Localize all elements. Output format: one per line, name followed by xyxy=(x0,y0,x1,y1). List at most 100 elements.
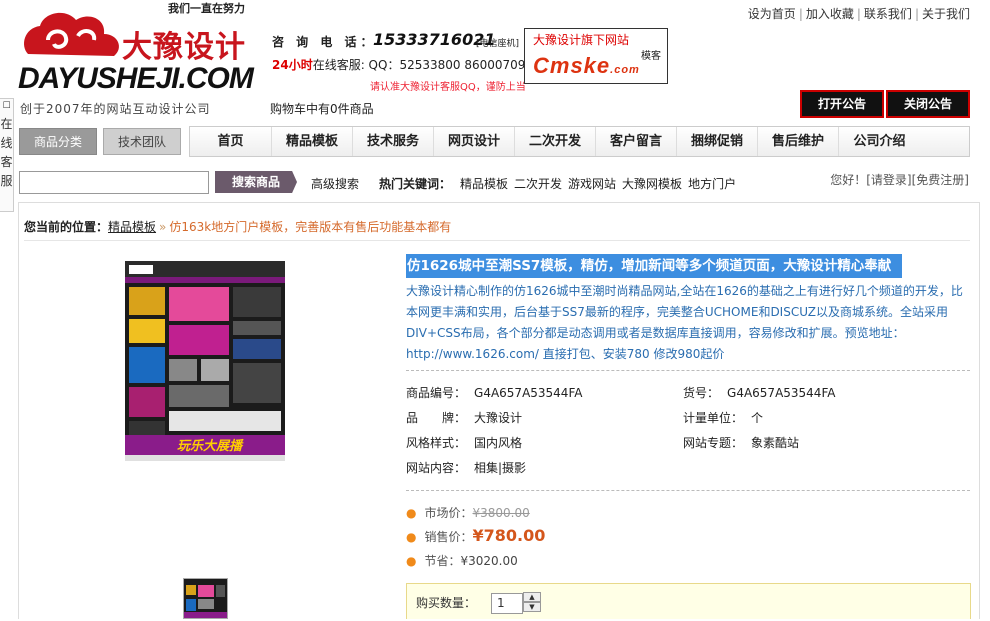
partner-logo-text: Cmske xyxy=(533,53,611,78)
attr-label: 品 牌： xyxy=(406,411,467,425)
attr-value: G4A657A53544FA xyxy=(474,386,583,400)
nav-item-guestbook[interactable]: 客户留言 xyxy=(596,127,677,156)
attr-value: 相集|摄影 xyxy=(474,461,527,475)
product-title: 仿1626城中至潮SS7模板，精仿，增加新闻等多个频道页面，大豫设计精心奉献 xyxy=(406,254,902,278)
consult-label: 咨 询 电 话： xyxy=(272,35,377,49)
top-link-about[interactable]: 关于我们 xyxy=(922,7,970,21)
bullet-icon: ● xyxy=(406,554,417,568)
nav-item-bundle[interactable]: 捆绑促销 xyxy=(677,127,758,156)
nav-item-dev[interactable]: 二次开发 xyxy=(515,127,596,156)
sale-price-value: ¥780.00 xyxy=(472,526,546,545)
partner-logo-suffix: .com xyxy=(610,64,640,76)
login-area: 您好！[请登录][免费注册] xyxy=(830,171,969,188)
close-notice-button[interactable]: 关闭公告 xyxy=(886,90,970,118)
open-notice-button[interactable]: 打开公告 xyxy=(800,90,884,118)
side-tab-char: 服 xyxy=(0,174,13,188)
partner-title: 大豫设计旗下网站 xyxy=(533,33,630,47)
main-nav: 首页 精品模板 技术服务 网页设计 二次开发 客户留言 捆绑促销 售后维护 公司… xyxy=(189,126,970,157)
product-image-caption: 玩乐大展播 xyxy=(177,439,243,454)
partner-right-text: 模客 xyxy=(641,51,661,62)
sale-price-label: 销售价： xyxy=(424,530,473,544)
logo-english[interactable]: DAYUSHEJI.COM xyxy=(18,62,254,96)
top-links: 设为首页 | 加入收藏 | 联系我们 | 关于我们 xyxy=(747,7,970,21)
attr-label: 网站专题： xyxy=(683,436,744,450)
hot-keyword[interactable]: 游戏网站 xyxy=(568,177,616,191)
search-button[interactable]: 搜索商品 xyxy=(215,171,297,193)
save-price-row: ● 节省：¥3020.00 xyxy=(406,552,518,569)
online-hours: 24小时 xyxy=(272,58,313,72)
nav-item-web-design[interactable]: 网页设计 xyxy=(434,127,515,156)
breadcrumb-label: 您当前的位置： xyxy=(24,220,109,234)
hot-keywords-label: 热门关键词： xyxy=(379,177,452,191)
logo-tagline: 创于2007年的网站互动设计公司 xyxy=(20,102,211,116)
save-label: 节省： xyxy=(424,554,461,568)
advanced-search-link[interactable]: 高级搜索 xyxy=(311,175,359,192)
product-image[interactable]: 玩乐大展播 xyxy=(125,261,285,461)
logo-chinese[interactable]: 大豫设计 xyxy=(122,22,246,66)
hot-keyword[interactable]: 大豫网模板 xyxy=(622,177,682,191)
attr-label: 风格样式： xyxy=(406,436,467,450)
product-thumbnail[interactable] xyxy=(183,578,228,619)
divider xyxy=(406,490,970,491)
thumbnail-icon xyxy=(184,579,227,618)
attr-value: 象素酷站 xyxy=(751,436,800,450)
team-button[interactable]: 技术团队 xyxy=(103,128,181,155)
attr-value[interactable]: 大豫设计 xyxy=(474,411,522,425)
bullet-icon: ● xyxy=(406,530,417,544)
breadcrumb-category[interactable]: 精品模板 xyxy=(108,220,156,234)
divider xyxy=(24,240,970,241)
cart-summary[interactable]: 购物车中有0件商品 xyxy=(270,100,374,117)
save-value: ¥3020.00 xyxy=(460,554,518,568)
nav-item-home[interactable]: 首页 xyxy=(190,127,272,156)
quantity-box: 购买数量： 1 ▲ ▼ xyxy=(406,583,971,619)
attr-label: 计量单位： xyxy=(683,411,744,425)
notice-buttons: 打开公告 关闭公告 xyxy=(800,90,970,118)
top-link-homepage[interactable]: 设为首页 xyxy=(748,7,796,21)
header-slogan: 我们一直在努力 xyxy=(168,2,245,15)
hot-keyword[interactable]: 地方门户 xyxy=(688,177,736,191)
quantity-input[interactable]: 1 xyxy=(491,593,523,614)
category-button[interactable]: 商品分类 xyxy=(19,128,97,155)
nav-item-after-sales[interactable]: 售后维护 xyxy=(758,127,839,156)
breadcrumb-current: 仿163k地方门户模板，完善版本有售后功能基本都有 xyxy=(169,220,452,234)
nav-item-about[interactable]: 公司介绍 xyxy=(839,127,920,156)
product-description: 大豫设计精心制作的仿1626城中至潮时尚精品网站,全站在1626的基础之上有进行… xyxy=(406,284,963,361)
nav-item-templates[interactable]: 精品模板 xyxy=(272,127,353,156)
divider xyxy=(406,370,970,371)
quantity-label: 购买数量： xyxy=(416,596,477,610)
side-tab-char: 在 xyxy=(0,117,13,131)
attr-value: G4A657A53544FA xyxy=(727,386,836,400)
breadcrumb-arrow: » xyxy=(159,220,167,234)
attr-label: 网站内容： xyxy=(406,461,467,475)
market-price-row: ● 市场价：¥3800.00 xyxy=(406,504,530,521)
quantity-up-icon[interactable]: ▲ xyxy=(523,592,541,602)
bullet-icon: ● xyxy=(406,506,417,520)
attr-sku: 货号： G4A657A53544FA xyxy=(683,384,835,401)
online-qq[interactable]: 在线客服: QQ：52533800 860007099 xyxy=(313,58,533,72)
attr-content: 网站内容： 相集|摄影 xyxy=(406,459,526,476)
search-input[interactable] xyxy=(19,171,209,194)
hot-keyword[interactable]: 二次开发 xyxy=(514,177,562,191)
top-link-favorite[interactable]: 加入收藏 xyxy=(806,7,854,21)
nav-item-tech-service[interactable]: 技术服务 xyxy=(353,127,434,156)
side-online-service-tab[interactable]: ☐ 在 线 客 服 xyxy=(0,98,14,212)
attr-label: 货号： xyxy=(683,386,720,400)
qq-warning: 请认准大豫设计客服QQ，谨防上当 xyxy=(370,82,526,93)
attr-value: 个 xyxy=(751,411,764,425)
quantity-down-icon[interactable]: ▼ xyxy=(523,602,541,612)
side-tab-char: 线 xyxy=(0,136,13,150)
attr-unit: 计量单位： 个 xyxy=(683,409,763,426)
breadcrumb: 您当前的位置：精品模板» 仿163k地方门户模板，完善版本有售后功能基本都有 xyxy=(24,218,451,235)
top-link-contact[interactable]: 联系我们 xyxy=(864,7,912,21)
chat-icon: ☐ xyxy=(2,101,11,111)
register-link[interactable]: [免费注册] xyxy=(912,173,969,187)
market-price-value: ¥3800.00 xyxy=(472,506,530,520)
attr-topic: 网站专题： 象素酷站 xyxy=(683,434,799,451)
logo-cloud-icon xyxy=(24,12,119,57)
partner-banner[interactable]: 大豫设计旗下网站 Cmske.com 模客 xyxy=(524,28,668,84)
market-price-label: 市场价： xyxy=(424,506,473,520)
side-tab-char: 客 xyxy=(0,155,13,169)
sale-price-row: ● 销售价：¥780.00 xyxy=(406,526,545,545)
hot-keyword[interactable]: 精品模板 xyxy=(460,177,508,191)
login-link[interactable]: [请登录] xyxy=(866,173,911,187)
